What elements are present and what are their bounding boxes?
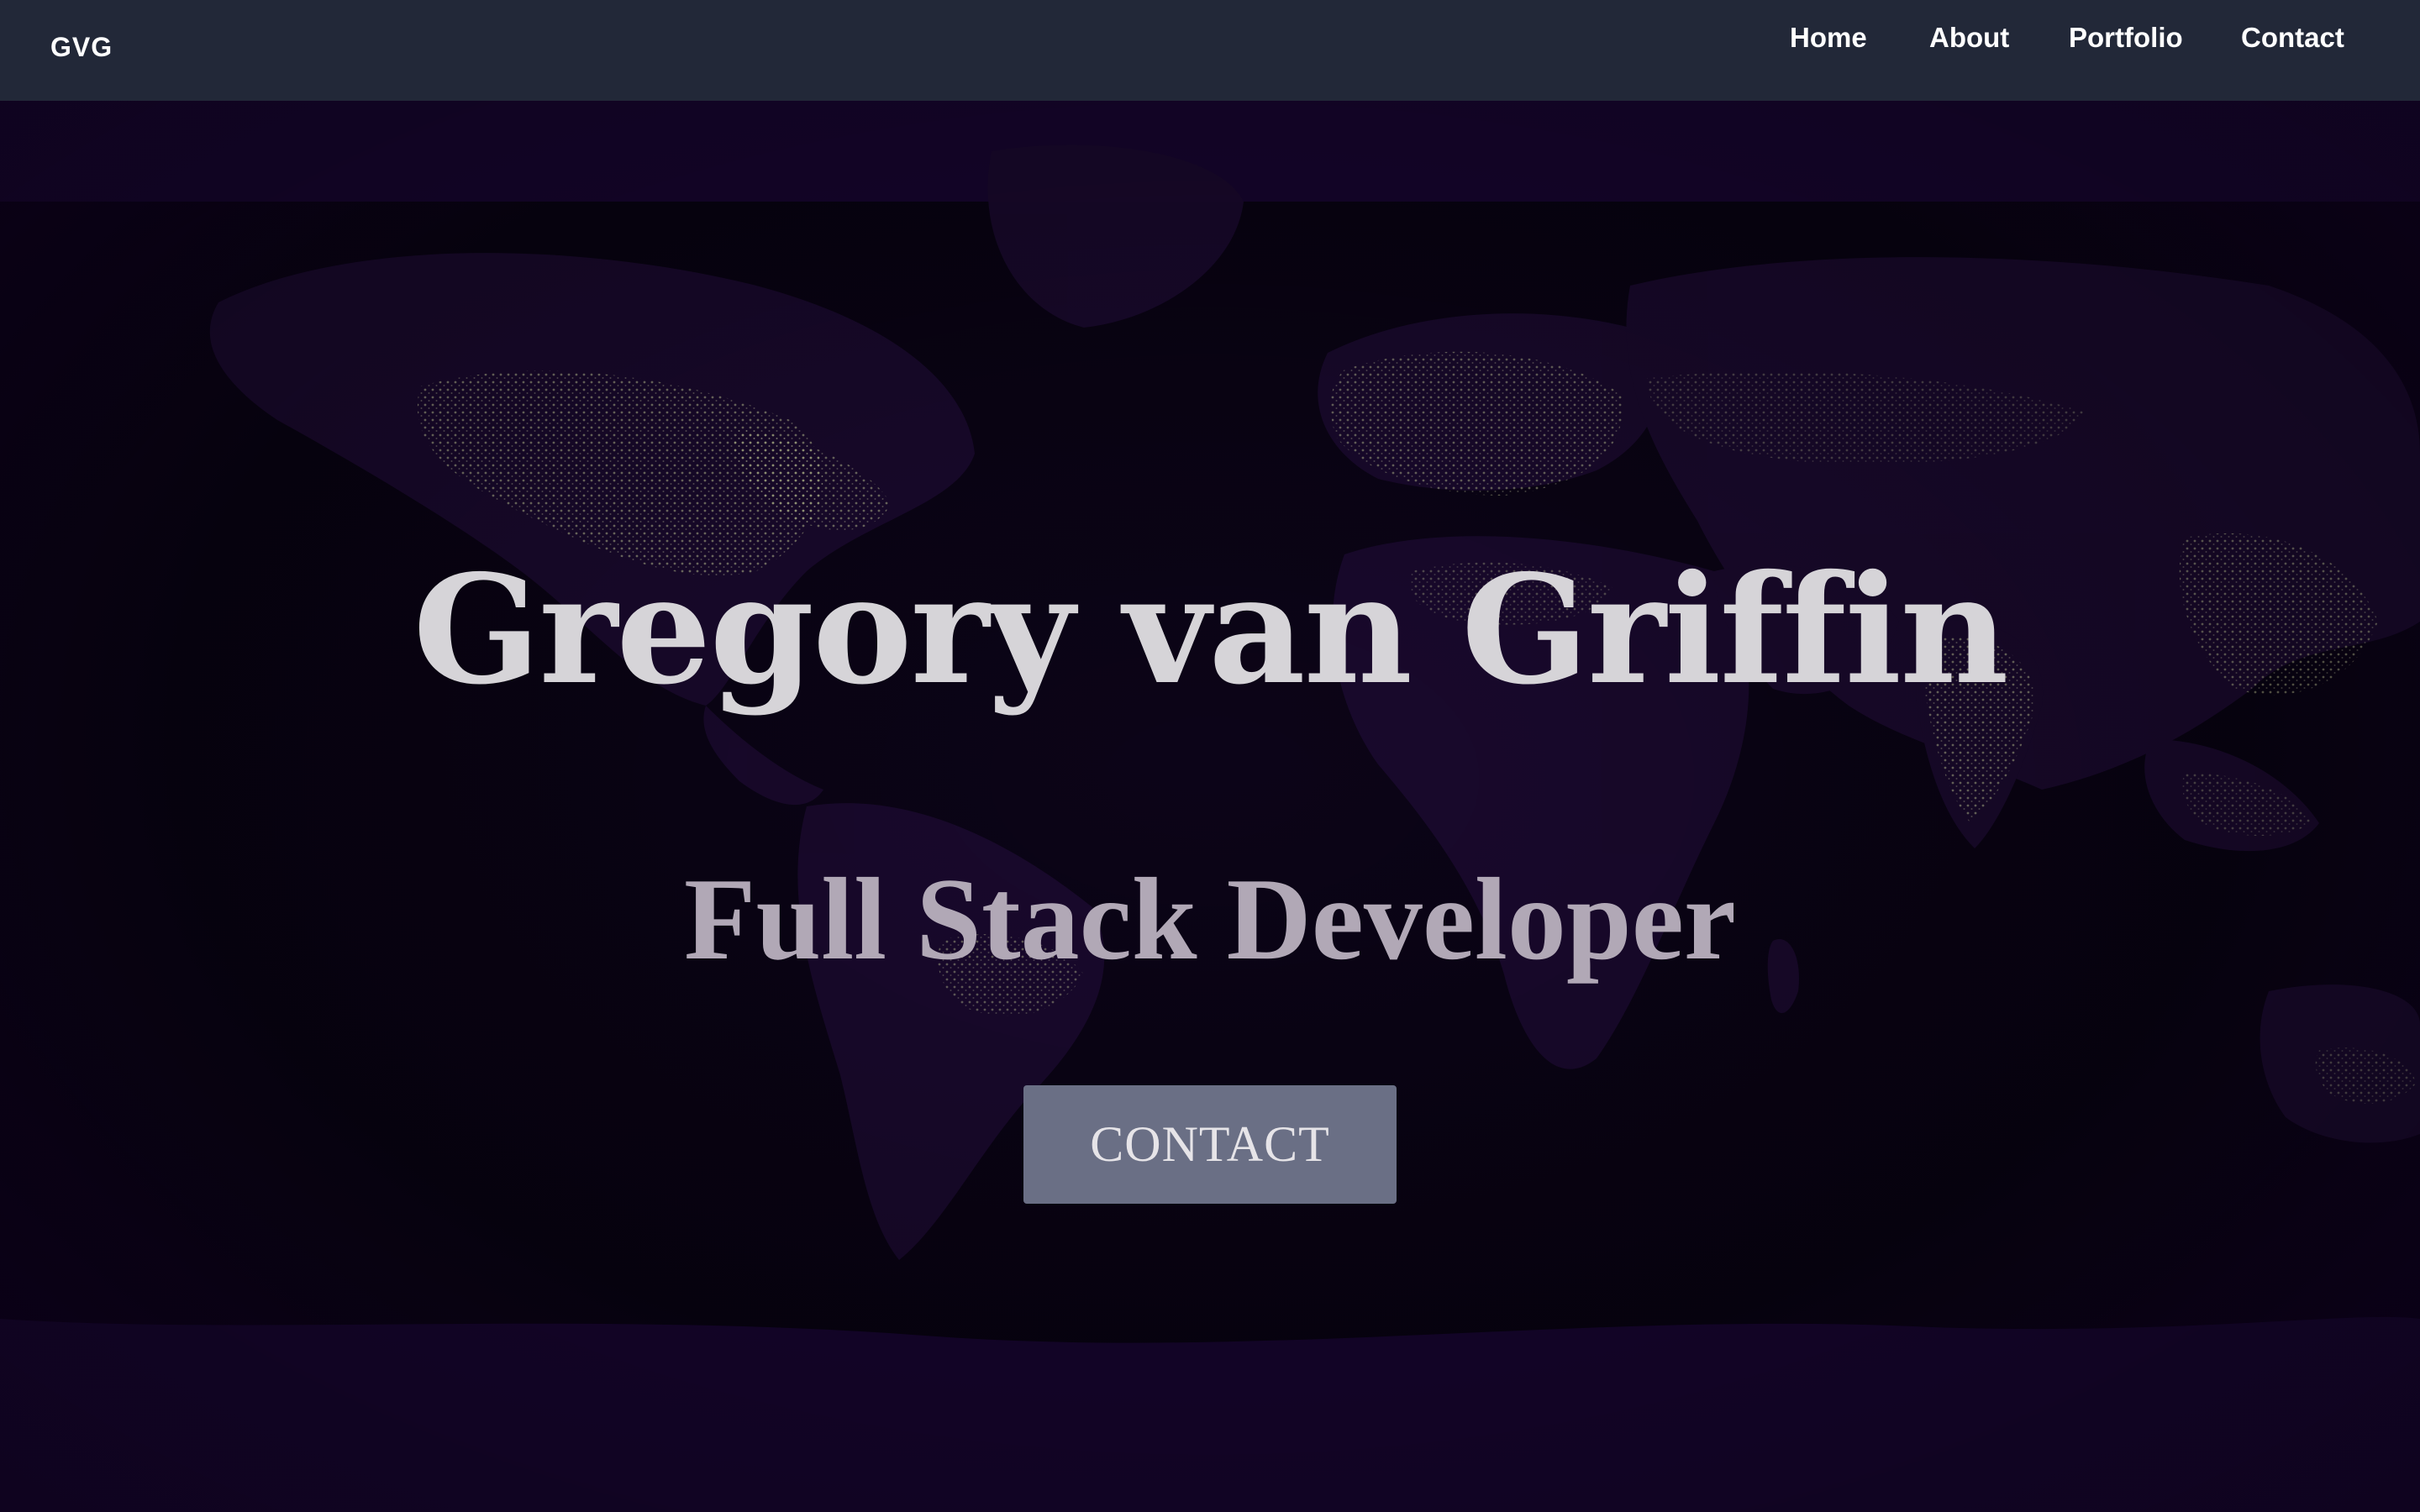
hero-title: Gregory van Griffin — [413, 542, 2008, 717]
nav-link-about[interactable]: About — [1929, 20, 2009, 55]
world-map-background — [0, 101, 2420, 1512]
nav-link-contact[interactable]: Contact — [2241, 20, 2344, 55]
hero-subtitle: Full Stack Developer — [683, 854, 1737, 984]
brand-logo[interactable]: GVG — [50, 32, 113, 63]
hero-section: Gregory van Griffin Full Stack Developer… — [0, 101, 2420, 1512]
contact-button[interactable]: CONTACT — [1023, 1085, 1397, 1204]
nav-link-home[interactable]: Home — [1790, 20, 1867, 55]
nav-link-portfolio[interactable]: Portfolio — [2069, 20, 2183, 55]
top-navbar: GVG Home About Portfolio Contact — [0, 0, 2420, 101]
